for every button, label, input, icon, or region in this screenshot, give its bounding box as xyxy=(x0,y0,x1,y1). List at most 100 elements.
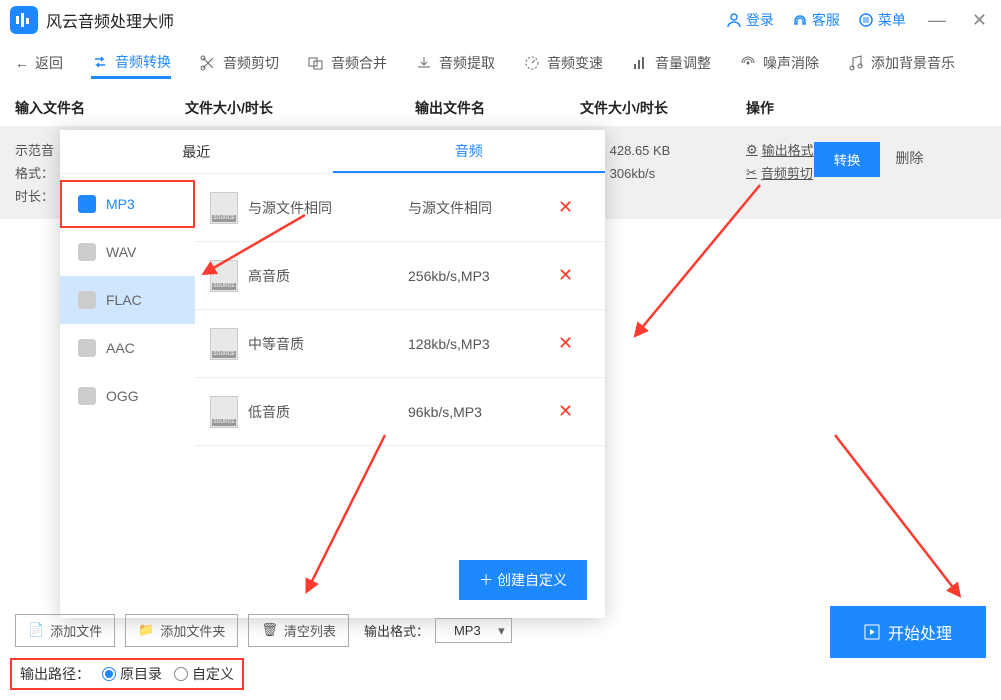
quality-list: 与源文件相同与源文件相同✕ 高音质256kb/s,MP3✕ 中等音质128kb/… xyxy=(195,174,605,618)
file-icon xyxy=(210,328,238,360)
q-name: 高音质 xyxy=(248,266,398,286)
radio-dot-icon xyxy=(174,667,188,681)
file-icon xyxy=(210,192,238,224)
radio-original-dir[interactable]: 原目录 xyxy=(102,664,162,684)
scissors-icon xyxy=(199,54,217,72)
back-button[interactable]: ← 返回 xyxy=(15,53,63,77)
output-path-row: 输出路径： 原目录 自定义 xyxy=(12,660,242,688)
format-list: MP3 WAV FLAC AAC OGG xyxy=(60,174,195,618)
btn-label: 添加文件夹 xyxy=(160,621,225,640)
q-name: 低音质 xyxy=(248,402,398,422)
create-custom-label: 创建自定义 xyxy=(497,572,567,588)
radio-custom-dir[interactable]: 自定义 xyxy=(174,664,234,684)
fmt-flac[interactable]: FLAC xyxy=(60,276,195,324)
folder-plus-icon: 📁 xyxy=(138,622,154,638)
tab-audio-merge[interactable]: 音频合并 xyxy=(307,53,387,77)
remove-icon[interactable]: ✕ xyxy=(558,401,573,422)
fmt-label: OGG xyxy=(106,388,139,404)
btn-label: 添加文件 xyxy=(50,621,102,640)
trash-icon: 🗑 xyxy=(261,622,278,638)
tab-noise-remove[interactable]: 噪声消除 xyxy=(739,53,819,77)
file-icon xyxy=(210,260,238,292)
minimize-button[interactable]: — xyxy=(924,10,950,31)
output-format-select[interactable]: MP3 xyxy=(435,618,512,643)
col-input-size: 文件大小/时长 xyxy=(185,98,415,118)
arrow-left-icon: ← xyxy=(15,55,29,71)
ogg-icon xyxy=(78,387,96,405)
tab-audio-convert[interactable]: 音频转换 xyxy=(91,52,171,79)
add-folder-button[interactable]: 📁 添加文件夹 xyxy=(125,614,238,647)
remove-icon[interactable]: ✕ xyxy=(558,197,573,218)
login-button[interactable]: 登录 xyxy=(726,10,774,30)
col-output-size: 文件大小/时长 xyxy=(580,98,746,118)
tab-audio-extract[interactable]: 音频提取 xyxy=(415,53,495,77)
main-toolbar: ← 返回 音频转换 音频剪切 音频合并 音频提取 音频变速 音量调整 噪声消除 … xyxy=(0,40,1001,90)
create-custom-button[interactable]: ＋ 创建自定义 xyxy=(459,560,587,600)
quality-row[interactable]: 与源文件相同与源文件相同✕ xyxy=(195,174,605,242)
gear-icon: ⚙ xyxy=(746,142,758,158)
volume-icon xyxy=(631,54,649,72)
audio-cut-link[interactable]: ✂音频剪切 xyxy=(746,163,814,182)
fmt-label: AAC xyxy=(106,340,135,356)
login-label: 登录 xyxy=(746,10,774,30)
remove-icon[interactable]: ✕ xyxy=(558,333,573,354)
quality-row[interactable]: 中等音质128kb/s,MP3✕ xyxy=(195,310,605,378)
clear-list-button[interactable]: 🗑 清空列表 xyxy=(248,614,349,647)
tab-label: 音频合并 xyxy=(331,53,387,73)
delete-link[interactable]: 删除 xyxy=(895,148,923,168)
close-button[interactable]: ✕ xyxy=(968,10,991,31)
menu-label: 菜单 xyxy=(878,10,906,30)
output-format-link[interactable]: ⚙输出格式 xyxy=(746,140,814,159)
q-rate: 128kb/s,MP3 xyxy=(408,336,548,352)
radio-label: 原目录 xyxy=(120,664,162,684)
btn-label: 清空列表 xyxy=(284,621,336,640)
fmt-aac[interactable]: AAC xyxy=(60,324,195,372)
tab-audio[interactable]: 音频 xyxy=(333,130,606,173)
tab-recent[interactable]: 最近 xyxy=(60,130,333,173)
q-rate: 96kb/s,MP3 xyxy=(408,404,548,420)
tab-audio-speed[interactable]: 音频变速 xyxy=(523,53,603,77)
annotation-arrow xyxy=(825,430,965,603)
extract-icon xyxy=(415,54,433,72)
play-icon xyxy=(864,624,880,640)
col-input-name: 输入文件名 xyxy=(15,98,185,118)
popup-tabs: 最近 音频 xyxy=(60,130,605,174)
speed-icon xyxy=(523,54,541,72)
start-process-button[interactable]: 开始处理 xyxy=(830,606,986,658)
tab-label: 噪声消除 xyxy=(763,53,819,73)
quality-row[interactable]: 低音质 96kb/s,MP3 ✕ xyxy=(195,378,605,446)
q-rate: 256kb/s,MP3 xyxy=(408,268,548,284)
start-label: 开始处理 xyxy=(888,620,952,644)
out-path-label: 输出路径： xyxy=(20,664,90,684)
app-logo xyxy=(10,6,38,34)
titlebar: 风云音频处理大师 登录 客服 菜单 — ✕ xyxy=(0,0,1001,40)
fmt-ogg[interactable]: OGG xyxy=(60,372,195,420)
tab-label: 音频剪切 xyxy=(223,53,279,73)
remove-icon[interactable]: ✕ xyxy=(558,265,573,286)
output-format-picker: 输出格式： MP3 xyxy=(364,618,512,643)
fmt-label: MP3 xyxy=(106,196,135,212)
music-icon xyxy=(847,54,865,72)
titlebar-actions: 登录 客服 菜单 — ✕ xyxy=(726,10,991,31)
tab-bg-music[interactable]: 添加背景音乐 xyxy=(847,53,955,77)
convert-button[interactable]: 转换 xyxy=(814,142,881,177)
app-title: 风云音频处理大师 xyxy=(46,8,726,32)
col-output-name: 输出文件名 xyxy=(415,98,580,118)
menu-button[interactable]: 菜单 xyxy=(858,10,906,30)
menu-icon xyxy=(858,12,874,28)
flac-icon xyxy=(78,291,96,309)
out-fmt-label: 输出格式： xyxy=(364,621,429,640)
add-file-button[interactable]: 📄添加文件 xyxy=(15,614,115,647)
fmt-wav[interactable]: WAV xyxy=(60,228,195,276)
q-name: 与源文件相同 xyxy=(248,198,398,218)
headset-icon xyxy=(792,12,808,28)
tab-label: 音量调整 xyxy=(655,53,711,73)
customer-button[interactable]: 客服 xyxy=(792,10,840,30)
quality-row[interactable]: 高音质 256kb/s,MP3 ✕ xyxy=(195,242,605,310)
mp3-icon xyxy=(78,195,96,213)
customer-label: 客服 xyxy=(812,10,840,30)
fmt-mp3[interactable]: MP3 xyxy=(60,180,195,228)
col-ops: 操作 xyxy=(746,98,876,118)
tab-audio-cut[interactable]: 音频剪切 xyxy=(199,53,279,77)
tab-volume-adjust[interactable]: 音量调整 xyxy=(631,53,711,77)
